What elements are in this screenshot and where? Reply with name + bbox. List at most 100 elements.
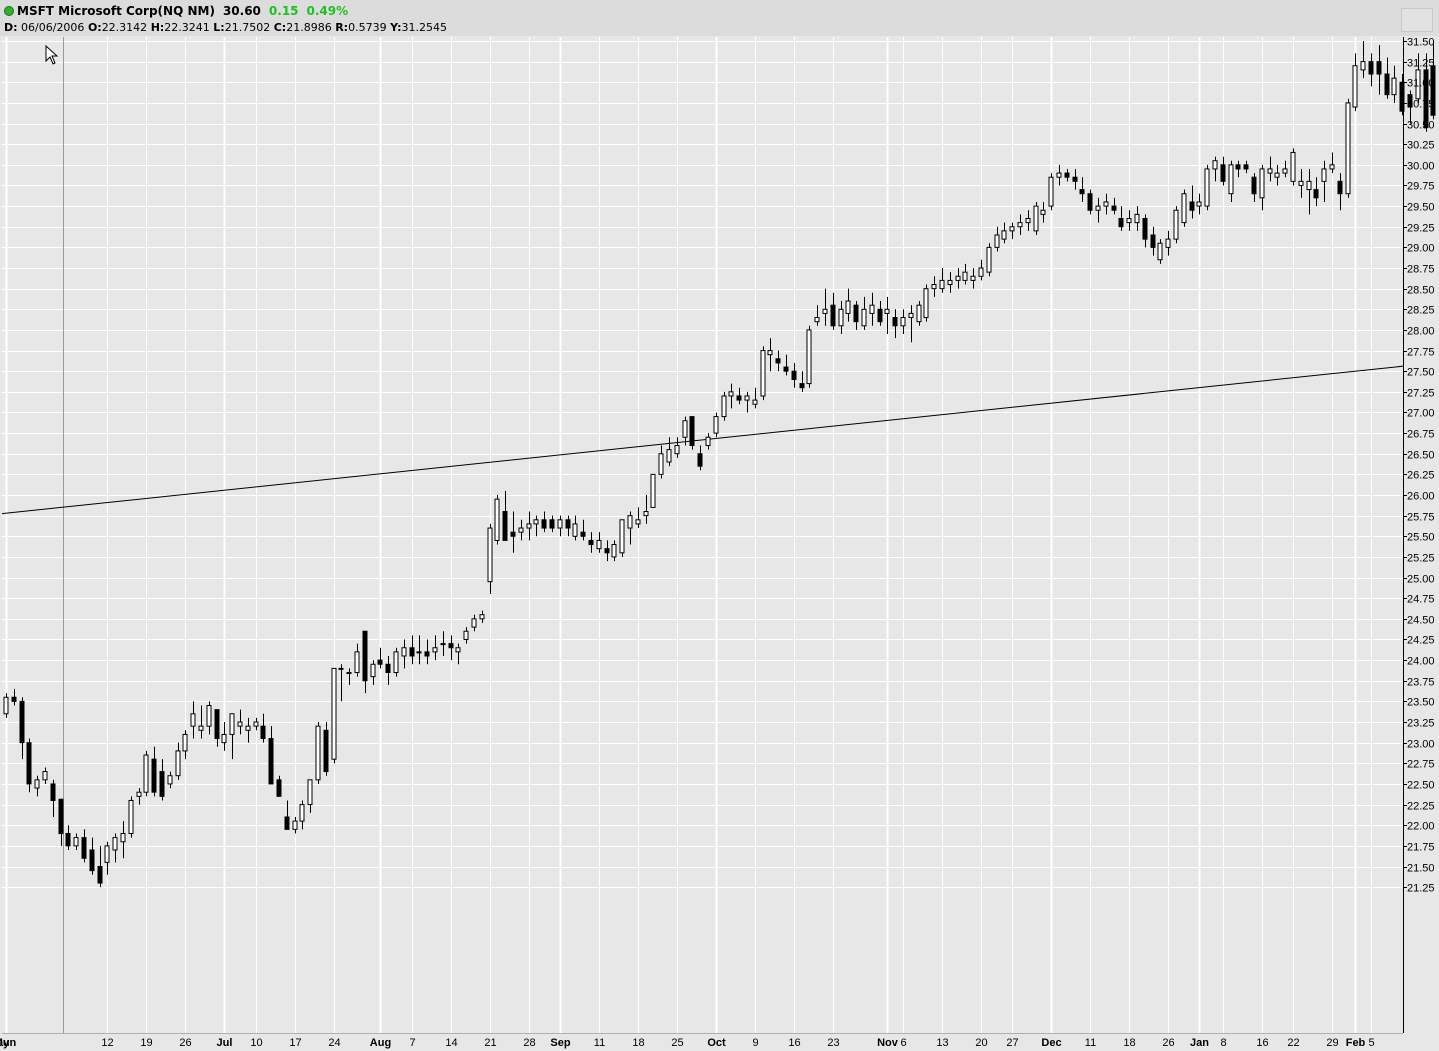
candle-body-down bbox=[58, 798, 64, 835]
candle-body-up bbox=[182, 733, 188, 752]
x-tick-label: 10 bbox=[250, 1037, 262, 1049]
candle-body-up bbox=[666, 449, 672, 463]
x-tick-label: 7 bbox=[409, 1037, 415, 1049]
y-tick-label: 24.75 bbox=[1407, 594, 1435, 606]
candle-body-up bbox=[705, 436, 711, 446]
x-tick-label: 26 bbox=[179, 1037, 191, 1049]
x-tick-label: 13 bbox=[936, 1037, 948, 1049]
candle-body-down bbox=[783, 366, 789, 372]
candle-body-down bbox=[1079, 189, 1085, 195]
candle-body-up bbox=[401, 647, 407, 657]
y-tick-label: 21.75 bbox=[1407, 842, 1435, 854]
y-tick-label: 29.50 bbox=[1407, 202, 1435, 214]
candle-body-up bbox=[471, 618, 477, 628]
x-tick-label: Jul bbox=[217, 1037, 233, 1049]
candle-body-up bbox=[206, 705, 212, 727]
candle bbox=[1033, 201, 1039, 235]
candle-body-up bbox=[518, 527, 524, 533]
candle-body-up bbox=[986, 246, 992, 273]
candle-body-up bbox=[1056, 172, 1062, 178]
price-chart[interactable]: 21.25 21.50 21.75 22.00 22.25 22.50 22.75 23.00… bbox=[0, 0, 1439, 1051]
candle-body-down bbox=[81, 837, 87, 859]
candle-body-up bbox=[1009, 226, 1015, 232]
y-tick-label: 27.75 bbox=[1407, 347, 1435, 359]
candle-body-up bbox=[1345, 102, 1351, 195]
candle-body-up bbox=[650, 473, 656, 508]
x-tick-label: 23 bbox=[827, 1037, 839, 1049]
mouse-pointer-icon bbox=[45, 45, 59, 65]
candle-body-up bbox=[962, 271, 968, 281]
x-tick-label: 22 bbox=[1287, 1037, 1299, 1049]
candle-body-down bbox=[1251, 176, 1257, 195]
candle-body-up bbox=[221, 733, 227, 744]
candle-body-down bbox=[1072, 176, 1078, 182]
candle-body-up bbox=[526, 523, 532, 529]
candle-body-up bbox=[760, 350, 766, 397]
y-tick-label: 26.75 bbox=[1407, 429, 1435, 441]
y-tick-label: 22.75 bbox=[1407, 759, 1435, 771]
y-tick-label: 31.00 bbox=[1407, 78, 1435, 90]
candle-body-up bbox=[416, 651, 422, 654]
x-tick-label: 8 bbox=[1220, 1037, 1226, 1049]
candle-body-up bbox=[806, 329, 812, 385]
candle-body-up bbox=[307, 779, 313, 806]
candle bbox=[619, 519, 625, 557]
candle-body-up bbox=[1212, 160, 1218, 170]
candle-body-down bbox=[892, 317, 898, 327]
candle-body-up bbox=[721, 395, 727, 418]
candle-body-down bbox=[26, 742, 32, 785]
candle-body-up bbox=[1134, 213, 1140, 224]
candle-body-up bbox=[939, 279, 945, 290]
y-tick-label: 31.25 bbox=[1407, 58, 1435, 70]
candle-body-up bbox=[767, 350, 773, 356]
candle-body-down bbox=[697, 453, 703, 467]
candle bbox=[315, 722, 321, 784]
candle-body-up bbox=[916, 304, 922, 323]
candle bbox=[1173, 206, 1179, 244]
y-tick-label: 21.25 bbox=[1407, 883, 1435, 895]
candle-body-down bbox=[1376, 61, 1382, 75]
x-tick-label: 5 bbox=[1368, 1037, 1374, 1049]
candle-body-down bbox=[565, 519, 571, 529]
x-tick-label: 11 bbox=[1085, 1037, 1096, 1049]
y-tick-label: 25.25 bbox=[1407, 553, 1435, 565]
candle-body-up bbox=[1033, 205, 1039, 232]
candle-body-down bbox=[689, 416, 695, 446]
candle-body-down bbox=[19, 700, 25, 744]
y-tick-label: 26.50 bbox=[1407, 450, 1435, 462]
candle-body-up bbox=[978, 267, 984, 277]
candle bbox=[760, 346, 766, 401]
candle-body-up bbox=[1126, 217, 1132, 224]
candle bbox=[986, 243, 992, 277]
candle-body-down bbox=[853, 304, 859, 323]
y-axis: 21.25 21.50 21.75 22.00 22.25 22.50 22.75 23.00… bbox=[1403, 37, 1435, 1033]
y-tick-label: 27.25 bbox=[1407, 388, 1435, 400]
candle-body-down bbox=[1111, 205, 1117, 211]
candle bbox=[1345, 98, 1351, 198]
candle bbox=[1157, 239, 1163, 264]
candle-body-up bbox=[315, 725, 321, 781]
candle-body-up bbox=[884, 308, 890, 314]
candle-body-up bbox=[253, 721, 259, 727]
candle-body-up bbox=[947, 279, 953, 286]
candle-body-up bbox=[682, 420, 688, 438]
candle-body-up bbox=[190, 713, 196, 727]
candle-body-down bbox=[1313, 189, 1319, 199]
x-tick-label: 11 bbox=[594, 1037, 605, 1049]
candle-body-up bbox=[1282, 168, 1288, 174]
candle-body-down bbox=[775, 358, 781, 364]
candle-body-up bbox=[229, 713, 235, 735]
x-tick-label: 17 bbox=[289, 1037, 301, 1049]
x-tick-label: 28 bbox=[523, 1037, 535, 1049]
candle-body-up bbox=[572, 523, 578, 537]
candle-body-down bbox=[588, 539, 594, 546]
candle-body-up bbox=[198, 725, 204, 731]
candle-body-down bbox=[377, 659, 383, 665]
y-tick-label: 24.50 bbox=[1407, 615, 1435, 627]
y-tick-label: 23.75 bbox=[1407, 677, 1435, 689]
candle-body-up bbox=[822, 308, 828, 314]
candle-body-up bbox=[34, 779, 40, 789]
candle-body-up bbox=[627, 515, 633, 529]
candle-body-up bbox=[596, 539, 602, 550]
y-tick-label: 28.00 bbox=[1407, 326, 1435, 338]
